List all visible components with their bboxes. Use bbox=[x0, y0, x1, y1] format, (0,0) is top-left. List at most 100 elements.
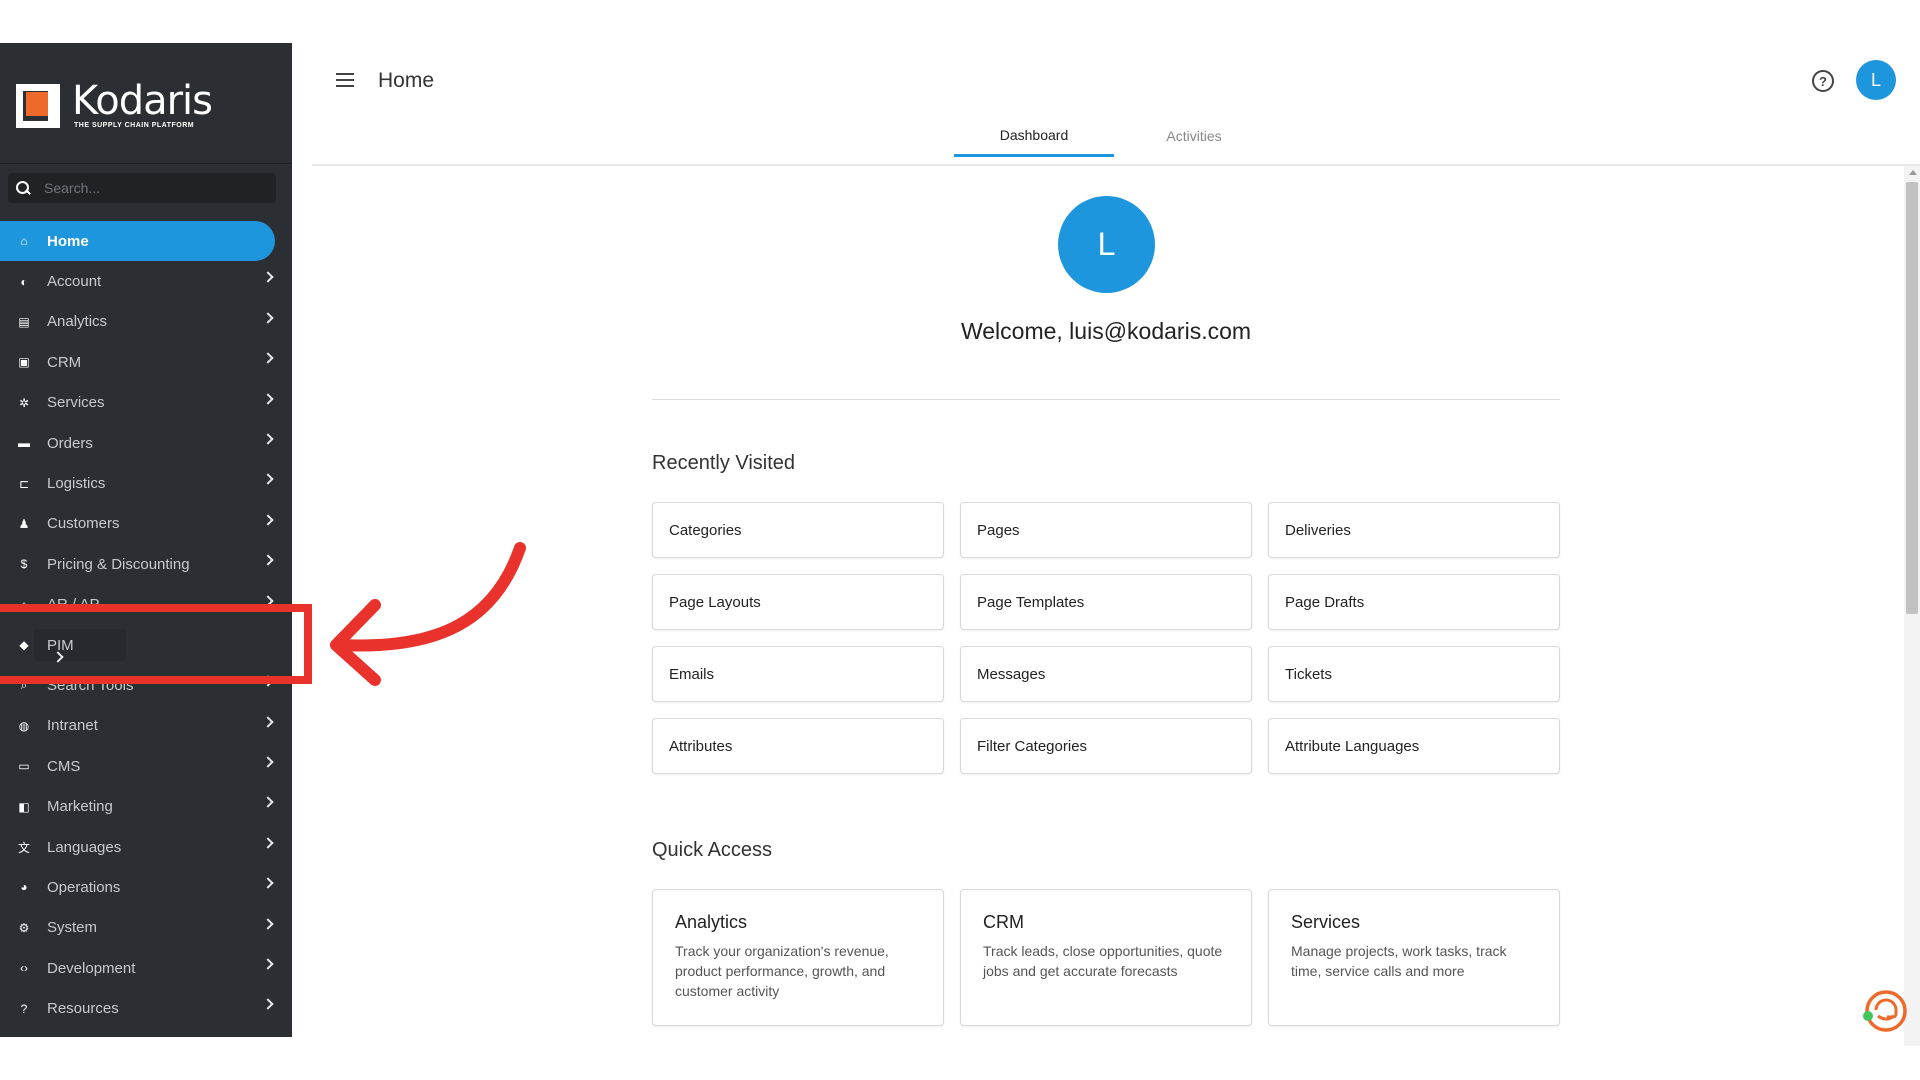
quick-access-title: Quick Access bbox=[652, 839, 773, 861]
sidebar-item-system[interactable]: ⚙ System bbox=[0, 908, 292, 948]
chevron-right-icon bbox=[262, 837, 274, 849]
brand-logo[interactable]: Kodaris THE SUPPLY CHAIN PLATFORM bbox=[16, 77, 213, 133]
sidebar-item-label: Resources bbox=[47, 1000, 119, 1018]
recent-card-page-drafts[interactable]: Page Drafts bbox=[1268, 574, 1560, 630]
tab-dashboard[interactable]: Dashboard bbox=[954, 115, 1114, 157]
recent-card-page-templates[interactable]: Page Templates bbox=[960, 574, 1252, 630]
sidebar-item-label: Operations bbox=[47, 878, 121, 896]
chevron-right-icon bbox=[262, 271, 274, 284]
sidebar-item-label: Marketing bbox=[47, 798, 113, 816]
quick-access-card-services[interactable]: Services Manage projects, work tasks, tra… bbox=[1268, 889, 1560, 1026]
user-icon: ◐ bbox=[20, 274, 28, 289]
user-avatar[interactable]: L bbox=[1856, 60, 1896, 100]
quick-access-card-title: CRM bbox=[983, 912, 1024, 932]
sidebar-item-home[interactable]: ⌂ Home bbox=[0, 221, 275, 262]
recently-visited-title: Recently Visited bbox=[652, 452, 796, 474]
sidebar-item-label: Analytics bbox=[47, 313, 108, 331]
quick-access-card-crm[interactable]: CRM Track leads, close opportunities, quo… bbox=[960, 889, 1252, 1026]
sidebar-item-label: Development bbox=[47, 959, 136, 977]
recently-visited-grid: Categories Pages Deliveries Page Layouts Pag… bbox=[652, 502, 1560, 774]
chevron-right-icon bbox=[262, 554, 274, 566]
chevron-right-icon bbox=[262, 796, 274, 809]
scrollbar-thumb[interactable] bbox=[1906, 182, 1918, 614]
chevron-right-icon bbox=[262, 958, 274, 970]
sidebar-item-analytics[interactable]: ▤ Analytics bbox=[0, 302, 292, 342]
sidebar-item-label: CRM bbox=[47, 353, 82, 371]
recent-card-categories[interactable]: Categories bbox=[652, 502, 944, 558]
sidebar-item-services[interactable]: ✲ Services bbox=[0, 383, 292, 423]
online-status-dot bbox=[1863, 1011, 1873, 1021]
recent-card-tickets[interactable]: Tickets bbox=[1268, 646, 1560, 702]
sidebar-item-crm[interactable]: ▣ CRM bbox=[0, 342, 292, 382]
sidebar-item-resources[interactable]: ? Resources bbox=[0, 988, 292, 1028]
gear-icon: ⚙ bbox=[18, 920, 30, 935]
sidebar-item-intranet[interactable]: ◍ Intranet bbox=[0, 706, 292, 746]
sidebar-item-marketing[interactable]: ◧ Marketing bbox=[0, 786, 292, 826]
chevron-right-icon bbox=[262, 392, 274, 405]
sidebar-item-label: Orders bbox=[47, 434, 93, 452]
sidebar-item-development[interactable]: ‹› Development bbox=[0, 948, 292, 988]
chevron-right-icon bbox=[262, 433, 274, 445]
recent-card-page-layouts[interactable]: Page Layouts bbox=[652, 574, 944, 630]
sidebar-search[interactable] bbox=[8, 173, 276, 203]
sidebar-search-input[interactable] bbox=[44, 180, 264, 196]
recent-card-messages[interactable]: Messages bbox=[960, 646, 1252, 702]
chevron-right-icon bbox=[262, 716, 274, 728]
chevron-right-icon bbox=[262, 514, 274, 526]
sidebar-item-label: System bbox=[47, 919, 98, 937]
help-circle-icon: ? bbox=[20, 1001, 28, 1016]
sidebar-item-label: Logistics bbox=[47, 475, 106, 493]
recent-card-pages[interactable]: Pages bbox=[960, 502, 1252, 558]
megaphone-icon: ◧ bbox=[18, 799, 30, 814]
code-icon: ‹› bbox=[20, 961, 28, 976]
sidebar-item-cms[interactable]: ▭ CMS bbox=[0, 746, 292, 786]
sidebar-item-languages[interactable]: 文 Languages bbox=[0, 827, 292, 867]
sidebar-item-account[interactable]: ◐ Account bbox=[0, 261, 292, 301]
profile-avatar: L bbox=[1058, 196, 1155, 293]
chevron-right-icon bbox=[262, 312, 274, 324]
quick-access-card-description: Track leads, close opportunities, quote … bbox=[983, 943, 1223, 979]
brand-name: Kodaris bbox=[72, 78, 213, 124]
recent-card-attributes[interactable]: Attributes bbox=[652, 718, 944, 774]
sidebar-item-label: Account bbox=[47, 273, 102, 291]
quick-access-card-title: Services bbox=[1291, 912, 1361, 932]
chevron-right-icon bbox=[262, 998, 274, 1011]
sidebar-item-label: Pricing & Discounting bbox=[47, 555, 190, 573]
annotation-arrow-icon bbox=[330, 542, 526, 686]
menu-icon[interactable] bbox=[336, 73, 354, 87]
sidebar-item-pricing-discounting[interactable]: $ Pricing & Discounting bbox=[0, 544, 292, 584]
chevron-right-icon bbox=[262, 756, 274, 768]
sidebar-item-operations[interactable]: ◕ Operations bbox=[0, 867, 292, 907]
shipping-icon: ⊏ bbox=[18, 476, 30, 491]
palette-icon: ◕ bbox=[20, 880, 28, 895]
tab-activities[interactable]: Activities bbox=[1114, 115, 1274, 157]
page-title: Home bbox=[378, 69, 435, 92]
chevron-right-icon bbox=[262, 917, 274, 930]
gears-icon: ✲ bbox=[18, 395, 30, 410]
sidebar: Kodaris THE SUPPLY CHAIN PLATFORM ⌂ Home ◐… bbox=[0, 43, 292, 1037]
recent-card-attribute-languages[interactable]: Attribute Languages bbox=[1268, 718, 1560, 774]
sidebar-item-customers[interactable]: ♟ Customers bbox=[0, 504, 292, 544]
sidebar-item-orders[interactable]: ▬ Orders bbox=[0, 423, 292, 463]
chevron-right-icon bbox=[262, 473, 274, 486]
topbar-divider bbox=[312, 164, 1920, 166]
scroll-up-icon[interactable] bbox=[1909, 170, 1917, 175]
recent-card-emails[interactable]: Emails bbox=[652, 646, 944, 702]
quick-access-card-title: Analytics bbox=[675, 912, 748, 932]
translate-icon: 文 bbox=[17, 840, 30, 855]
truck-icon: ▬ bbox=[18, 436, 30, 451]
brand-tagline: THE SUPPLY CHAIN PLATFORM bbox=[74, 122, 195, 129]
contact-card-icon: ▣ bbox=[18, 355, 30, 370]
quick-access-card-analytics[interactable]: Analytics Track your organization's reven… bbox=[652, 889, 944, 1026]
quick-access-grid: Analytics Track your organization's reven… bbox=[652, 889, 1560, 1026]
help-icon[interactable]: ? bbox=[1812, 70, 1834, 92]
recent-card-deliveries[interactable]: Deliveries bbox=[1268, 502, 1560, 558]
kodaris-logo-icon bbox=[16, 82, 62, 128]
topbar: Home ? L Dashboard Activities bbox=[292, 43, 1920, 166]
quick-access-card-description: Manage projects, work tasks, track time,… bbox=[1291, 943, 1507, 979]
chart-icon: ▤ bbox=[18, 314, 30, 329]
search-icon bbox=[16, 181, 30, 195]
sidebar-item-label: Customers bbox=[47, 515, 120, 533]
sidebar-item-logistics[interactable]: ⊏ Logistics bbox=[0, 463, 292, 503]
recent-card-filter-categories[interactable]: Filter Categories bbox=[960, 718, 1252, 774]
